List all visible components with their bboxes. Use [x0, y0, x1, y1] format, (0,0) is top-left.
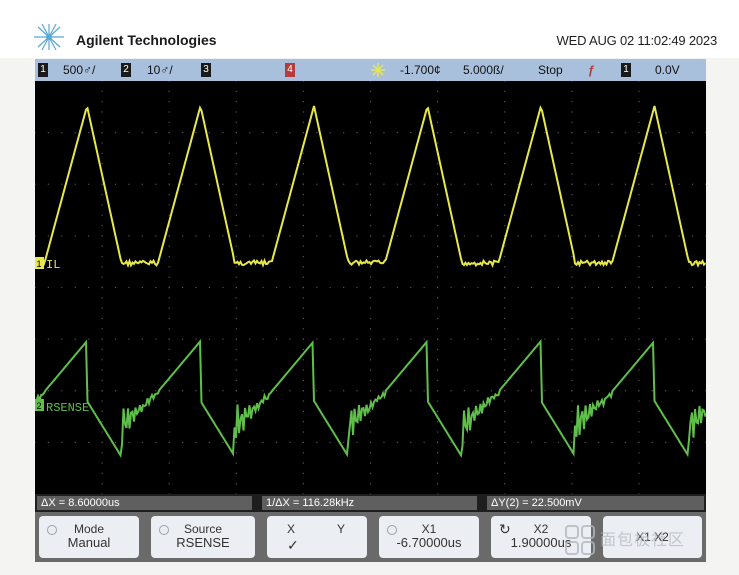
status-bar: 1 500♂/ 2 10♂/ 3 4 -1.700¢ 5.000ß/ Stop …	[35, 59, 706, 81]
trigger-level: 0.0V	[655, 63, 680, 77]
trigger-source: 1	[621, 63, 631, 77]
softkey-bar: Mode Manual Source RSENSE X Y ✓ X1 -6.70…	[35, 512, 706, 562]
mode-value: Manual	[67, 535, 111, 550]
svg-text:2: 2	[37, 401, 42, 411]
spark-logo-icon	[34, 23, 64, 51]
trigger-icon	[371, 63, 385, 77]
mode-softkey[interactable]: Mode Manual	[39, 516, 139, 558]
ch4-indicator[interactable]: 4	[285, 63, 295, 77]
ch1-trace	[35, 105, 706, 269]
knob-icon	[47, 525, 57, 535]
ch3-indicator[interactable]: 3	[201, 63, 211, 77]
ch2-scale: 10♂/	[147, 63, 173, 77]
check-icon: ✓	[287, 537, 299, 553]
ch1-indicator[interactable]: 1	[38, 63, 48, 77]
waveform-traces: 1 IL 2 RSENSE	[35, 105, 706, 459]
rotate-icon: ↻	[499, 521, 511, 537]
x2-value: 1.90000us	[510, 535, 572, 550]
y-option: Y	[337, 522, 346, 536]
source-softkey[interactable]: Source RSENSE	[151, 516, 255, 558]
source-value: RSENSE	[176, 535, 230, 550]
oscilloscope-display: Agilent Technologies WED AUG 02 11:02:49…	[0, 0, 739, 575]
slope-symbol: ƒ	[588, 63, 595, 77]
ch2-label: RSENSE	[46, 401, 89, 415]
x1-value: -6.70000us	[396, 535, 462, 550]
xy-softkey[interactable]: X Y ✓	[267, 516, 367, 558]
ch2-ground-marker: 2	[35, 399, 44, 411]
knob-icon	[159, 525, 169, 535]
svg-text:1: 1	[37, 259, 42, 269]
delta-y-readout: ΔY(2) = 22.500mV	[487, 496, 704, 510]
brand-name: Agilent Technologies	[76, 32, 217, 48]
waveform-screen[interactable]: 1 IL 2 RSENSE	[35, 81, 706, 494]
x1-x2-label: X1 X2	[636, 530, 669, 544]
delta-x-readout: ΔX = 8.60000us	[37, 496, 252, 510]
ch2-indicator[interactable]: 2	[121, 63, 131, 77]
header: Agilent Technologies WED AUG 02 11:02:49…	[0, 0, 739, 58]
x1-x2-softkey[interactable]: X1 X2	[603, 516, 702, 558]
x2-softkey[interactable]: ↻ X2 1.90000us	[491, 516, 591, 558]
ch1-ground-marker: 1	[35, 257, 44, 269]
ch1-label: IL	[46, 258, 60, 272]
ch2-trace	[35, 338, 706, 459]
trigger-offset: -1.700¢	[400, 63, 441, 77]
x1-softkey[interactable]: X1 -6.70000us	[379, 516, 479, 558]
run-state: Stop	[538, 63, 563, 77]
timebase: 5.000ß/	[463, 63, 504, 77]
inverse-delta-x-readout: 1/ΔX = 116.28kHz	[262, 496, 477, 510]
measurement-bar: ΔX = 8.60000us 1/ΔX = 116.28kHz ΔY(2) = …	[35, 494, 706, 512]
ch1-scale: 500♂/	[63, 63, 96, 77]
x-option: X	[287, 522, 296, 536]
datetime: WED AUG 02 11:02:49 2023	[556, 33, 718, 48]
knob-icon	[387, 525, 397, 535]
